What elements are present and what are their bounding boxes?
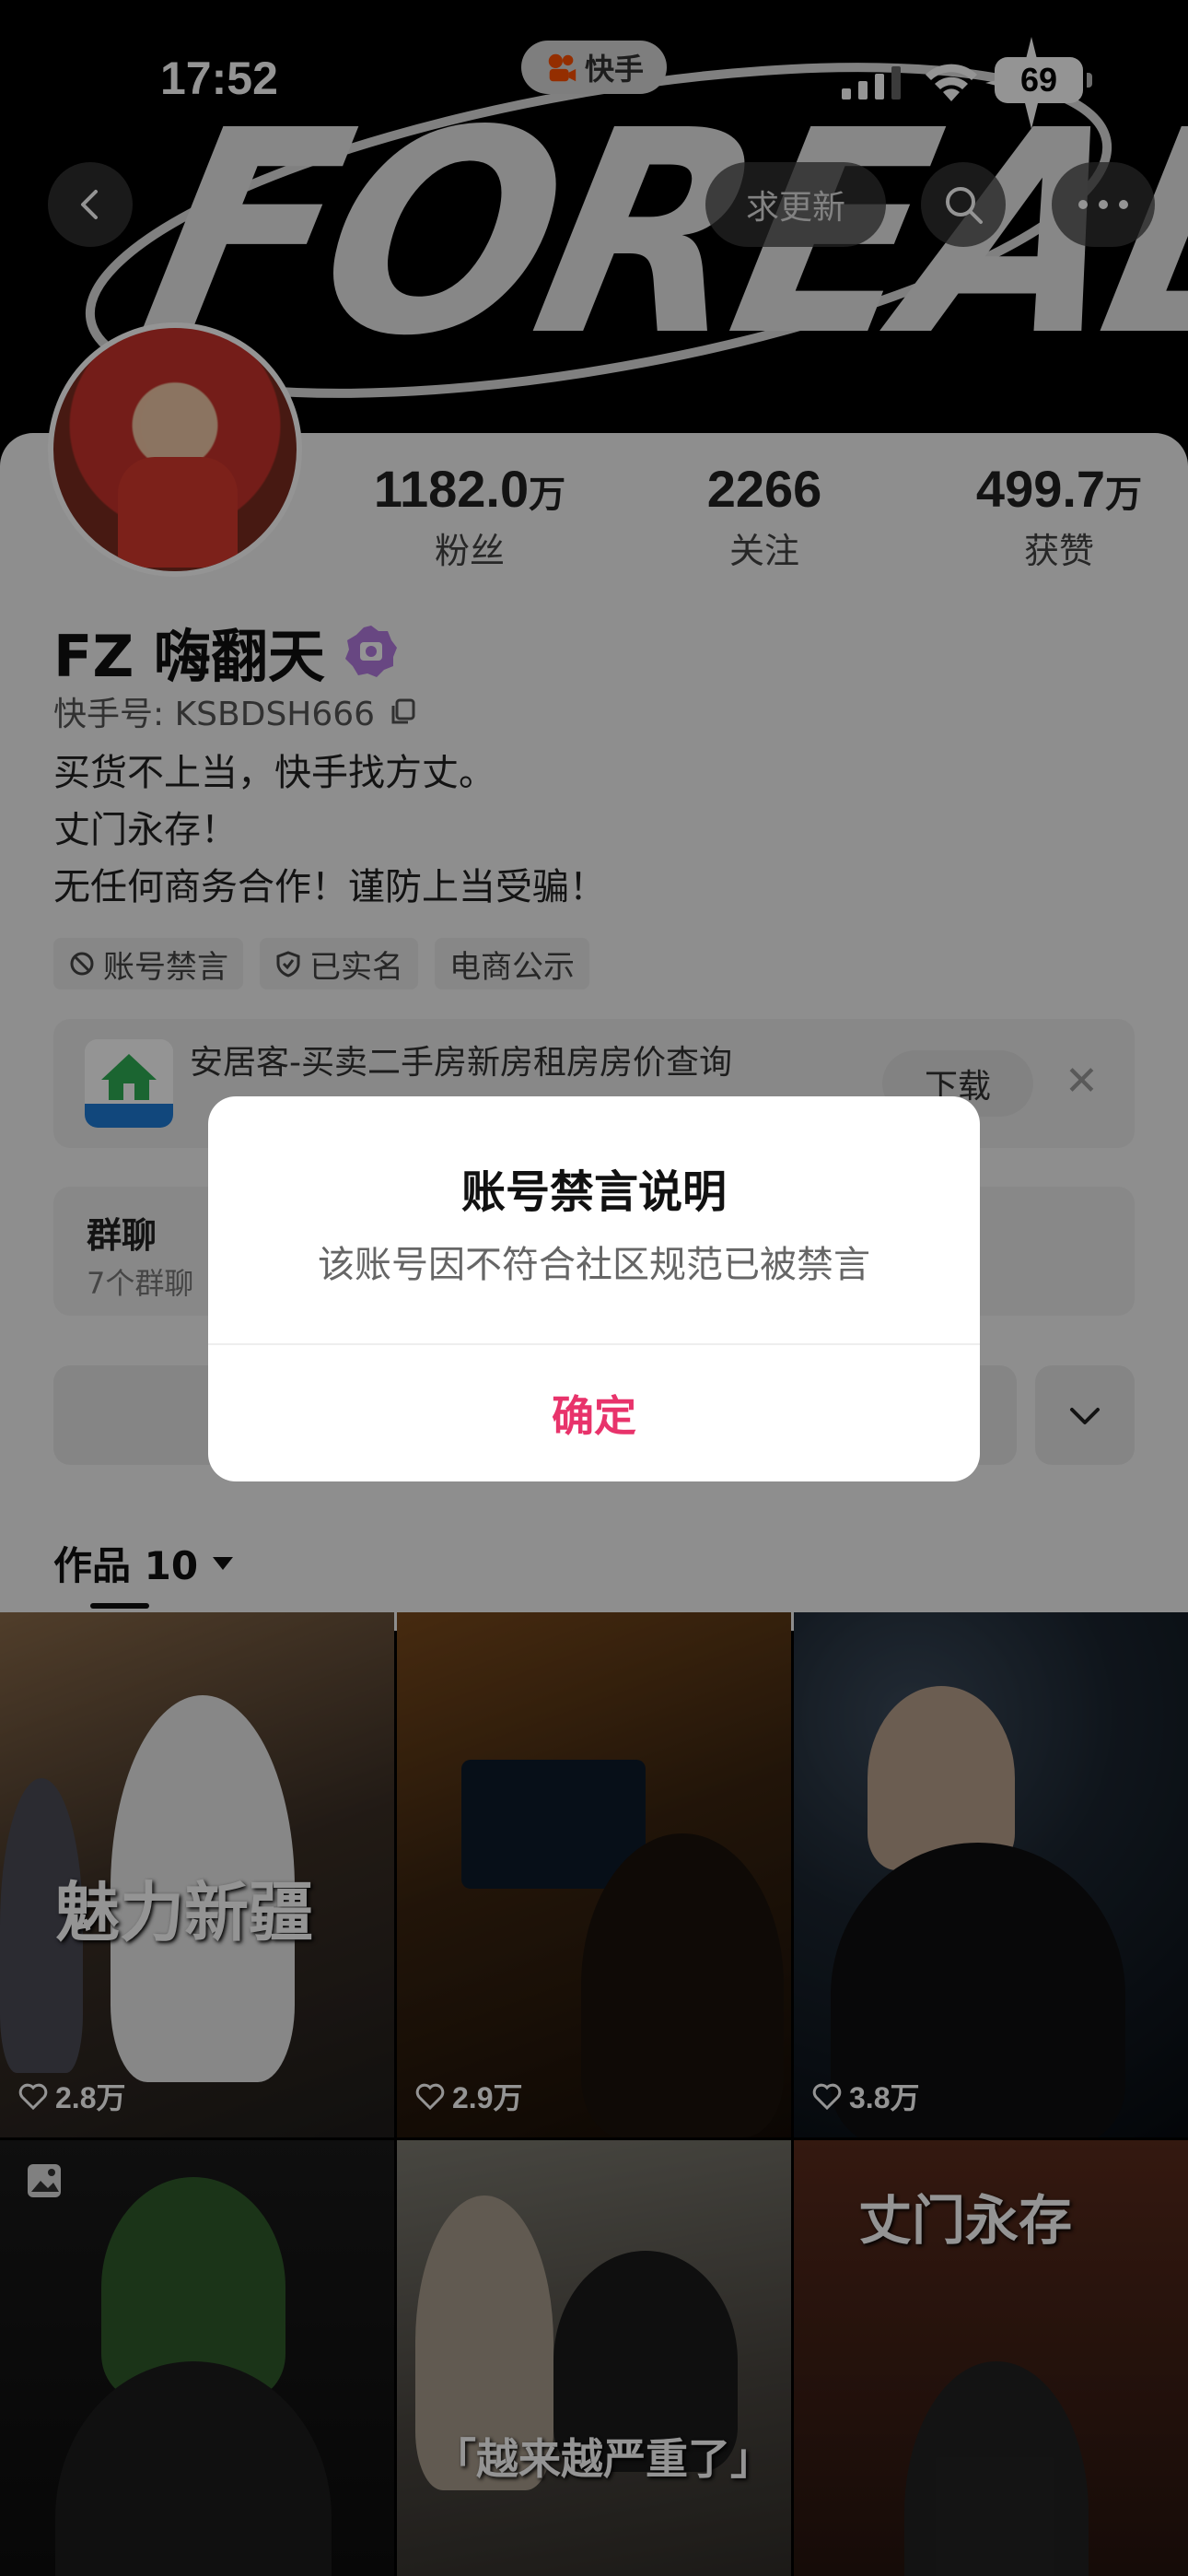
- confirm-button[interactable]: 确定: [208, 1345, 980, 1481]
- mute-explanation-dialog: 账号禁言说明 该账号因不符合社区规范已被禁言 确定: [208, 1096, 980, 1481]
- dialog-message: 该账号因不符合社区规范已被禁言: [318, 1244, 870, 1286]
- dialog-title: 账号禁言说明: [460, 1166, 727, 1218]
